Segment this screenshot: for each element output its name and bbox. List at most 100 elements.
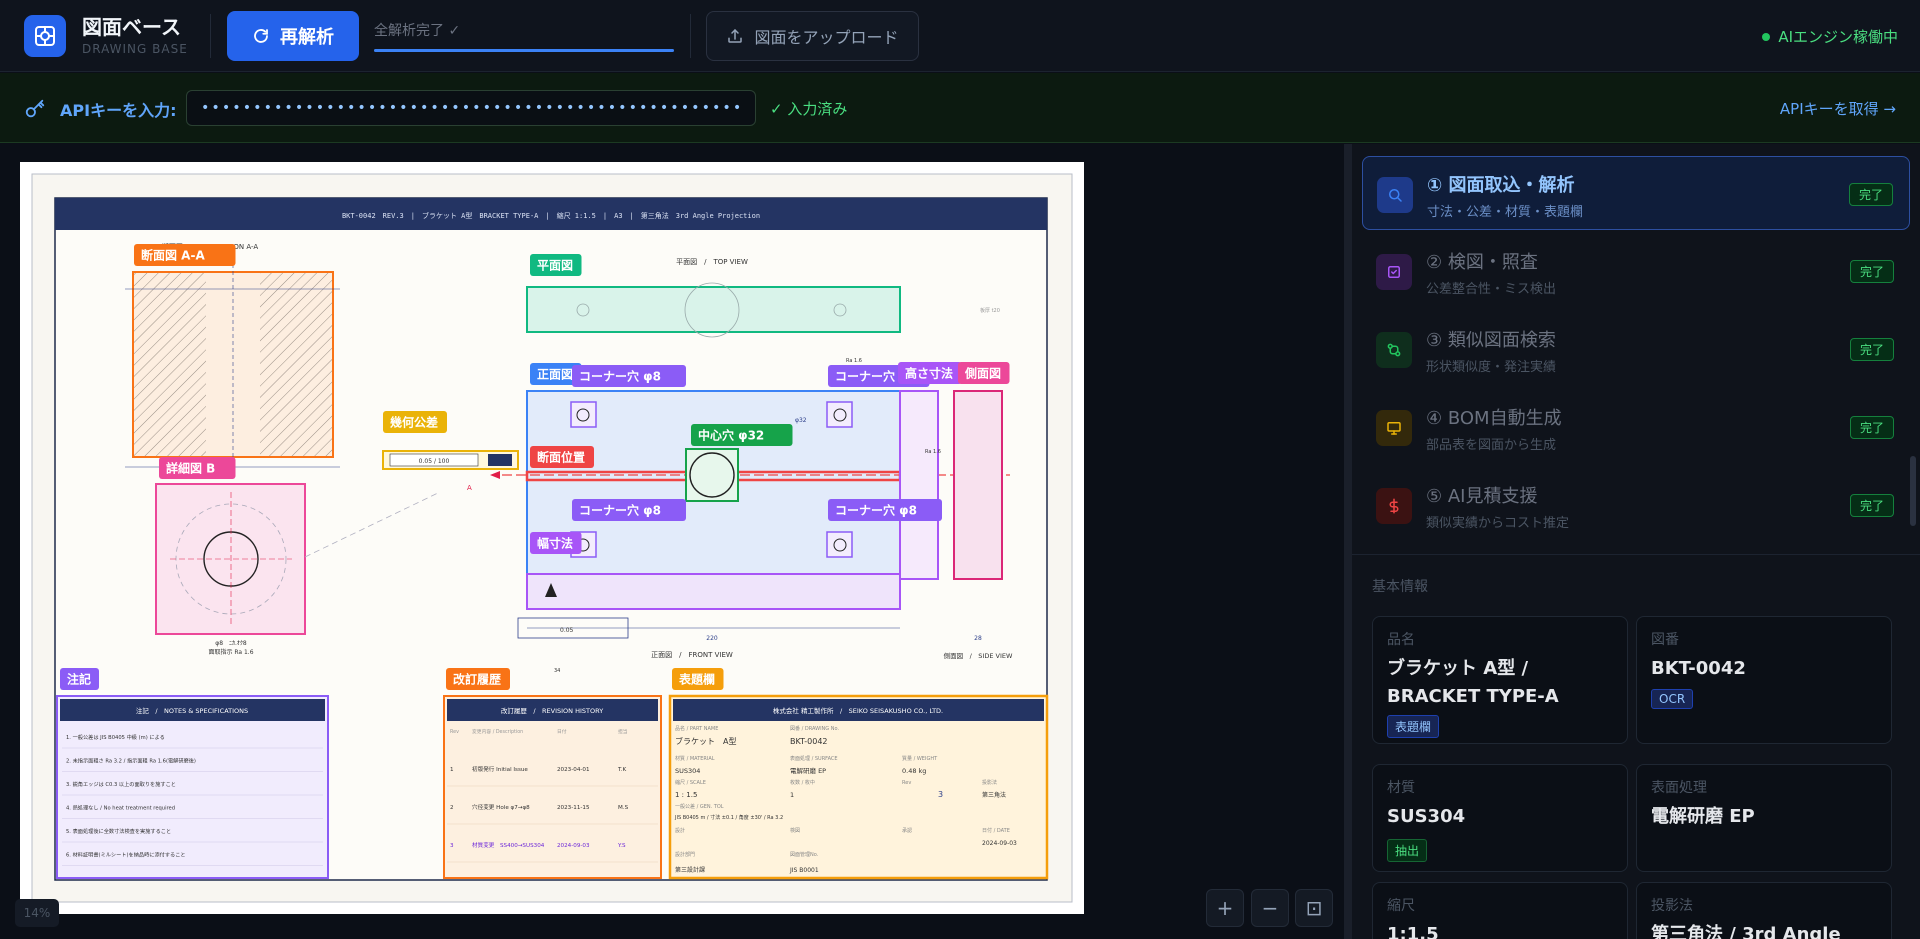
label-chip-corner-hole[interactable]: コーナー穴 φ8 [572,365,686,387]
panel-scrollbar[interactable] [1910,456,1916,526]
compare-icon [1376,332,1412,368]
zoom-level: 14% [15,899,59,927]
width-dim-box [526,573,901,610]
label-chip-notes[interactable]: 注記 [60,668,99,690]
label-chip-text: 平面図 [537,259,573,273]
label-chip-height-dim[interactable]: 高さ寸法 [898,362,962,384]
upload-label: 図面をアップロード [754,28,899,47]
label-chip-text: 断面図 A-A [141,248,205,263]
label-chip-text: 正面図 [537,368,573,382]
zoom-in-button[interactable]: + [1206,889,1244,927]
zoom-out-button[interactable]: − [1251,889,1289,927]
checklist-icon [1376,254,1412,290]
label-chip-geo-tol[interactable]: 幾何公差 [383,411,447,433]
label-chip-corner-hole[interactable]: コーナー穴 φ8 [572,499,686,521]
app-title: 図面ベース [82,15,181,39]
step-title: ① 図面取込・解析 [1427,175,1575,196]
step-3[interactable]: ③ 類似図面検索 形状類似度・発注実績 完了 [1362,312,1910,386]
label-chip-side-view[interactable]: 側面図 [958,362,1010,384]
drawing-canvas[interactable]: BKT-0042 REV.3 | ブラケット A型 BRACKET TYPE-A… [0,144,1344,939]
revision-cell: M.S [618,805,629,811]
revision-box [443,695,662,879]
height-dim-box [899,390,939,580]
upload-button[interactable]: 図面をアップロード [706,11,919,61]
step-title: ④ BOM自動生成 [1426,408,1562,429]
tb-date: 2024-09-03 [982,840,1017,847]
label-chip-title-block[interactable]: 表題欄 [672,668,724,690]
label-chip-text: コーナー穴 φ8 [835,503,917,518]
panel-divider [1352,554,1920,555]
monitor-icon [1376,410,1412,446]
title-block-box [668,694,1049,880]
label-chip-section-pos[interactable]: 断面位置 [530,446,594,468]
get-api-key-link[interactable]: APIキーを取得 → [1780,98,1896,119]
tb-material-label: 材質 / MATERIAL [675,755,715,762]
tb-surface-label: 表面処理 / SURFACE [790,755,838,762]
label-chip-revision[interactable]: 改訂履歴 [446,668,510,690]
section-hatch-left [134,273,206,456]
plate-note: 板厚 t20 [980,307,1000,314]
label-chip-text: コーナー穴 φ8 [579,369,661,384]
tb-rev: 3 [938,790,943,799]
tb-material: SUS304 [675,767,700,775]
info-card: 図番 BKT-0042 OCR [1636,616,1892,744]
label-chip-text: 高さ寸法 [905,366,953,381]
logo-icon [24,15,66,57]
api-key-input[interactable]: ••••••••••••••••••••••••••••••••••••••••… [186,90,756,126]
detail-sub: 面取指示 Ra 1.6 [208,648,253,656]
revision-cell: 2023-11-15 [557,805,590,811]
step-4[interactable]: ④ BOM自動生成 部品表を図面から生成 完了 [1362,390,1910,464]
geo-tol-value: 0.05 / 100 [419,458,450,465]
label-chip-text: 注記 [67,672,91,687]
right-panel: ① 図面取込・解析 寸法・公差・材質・表題欄 完了 ② 検図・照査 公差整合性・ミス検出… [1352,144,1920,939]
info-card-label: 縮尺 [1387,898,1415,914]
canvas-scrollbar[interactable] [1344,144,1352,939]
label-chip-text: 改訂履歴 [453,672,501,687]
tb-dept: 第三設計課 [675,866,705,874]
width-dim-value: 220 [706,635,718,642]
key-icon [25,99,45,118]
label-chip-text: コーナー穴 φ [835,369,909,384]
reanalyze-button[interactable]: 再解析 [227,11,359,61]
note-item: 4. 熱処理なし / No heat treatment required [66,804,175,812]
tb-file: JIS B0001 [789,867,819,874]
section-arrow-a: A [467,484,472,492]
divider [210,14,211,58]
tb-tol-value: JIS B0405 m / 寸法 ±0.1 / 角度 ±30' / Ra 3.2 [674,814,783,821]
revision-cell: 初版発行 Initial Issue [472,765,528,773]
fit-view-button[interactable]: ⊡ [1295,889,1333,927]
label-chip-corner-hole[interactable]: コーナー穴 φ8 [828,499,942,521]
tb-scale-label: 縮尺 / SCALE [675,779,706,786]
label-chip-text: 幾何公差 [390,415,438,430]
drawing-sheet: BKT-0042 REV.3 | ブラケット A型 BRACKET TYPE-A… [20,162,1084,914]
info-card-label: 図番 [1651,632,1679,648]
label-chip-section-aa[interactable]: 断面図 A-A [134,244,236,266]
label-chip-center-hole[interactable]: 中心穴 φ32 [691,424,793,446]
progress-track [374,49,674,52]
label-chip-plan-view[interactable]: 平面図 [530,254,582,276]
tb-file-label: 図面管理No. [790,851,819,858]
api-key-bar: APIキーを入力: ••••••••••••••••••••••••••••••… [0,73,1920,143]
info-card: 品名 ブラケット A型 / BRACKET TYPE-A 表題欄 [1372,616,1628,744]
label-chip-text: 幅寸法 [537,536,573,551]
info-card: 材質 SUS304 抽出 [1372,764,1628,872]
note-item: 3. 鋭角エッジは C0.3 以上の面取りを施すこと [66,780,176,788]
side-view-box [953,390,1003,580]
tb-drawing-no-label: 図番 / DRAWING No. [790,725,839,732]
label-chip-width-dim[interactable]: 幅寸法 [530,532,582,554]
revision-cell: 穴径変更 Hole φ7→φ8 [472,803,530,811]
revision-cell: T.K [617,767,627,773]
info-card-value: SUS304 [1387,806,1466,827]
tb-sheet: 1 [790,791,794,799]
step-2[interactable]: ② 検図・照査 公差整合性・ミス検出 完了 [1362,234,1910,308]
step-5[interactable]: ⑤ AI見積支援 類似実績からコスト推定 完了 [1362,468,1910,542]
step-subtitle: 公差整合性・ミス検出 [1426,282,1557,297]
ra-side: Ra 1.6 [925,449,941,455]
title-block-header: 株式会社 精工製作所 / SEIKO SEISAKUSHO CO., LTD. [773,706,943,715]
info-card-value: ブラケット A型 / BRACKET TYPE-A [1387,658,1559,707]
label-chip-text: 詳細図 B [166,461,215,476]
revision-column-header: Rev [450,729,459,735]
step-1[interactable]: ① 図面取込・解析 寸法・公差・材質・表題欄 完了 [1362,156,1910,230]
label-chip-detail-b[interactable]: 詳細図 B [159,457,236,479]
source-tag: OCR [1651,689,1694,709]
